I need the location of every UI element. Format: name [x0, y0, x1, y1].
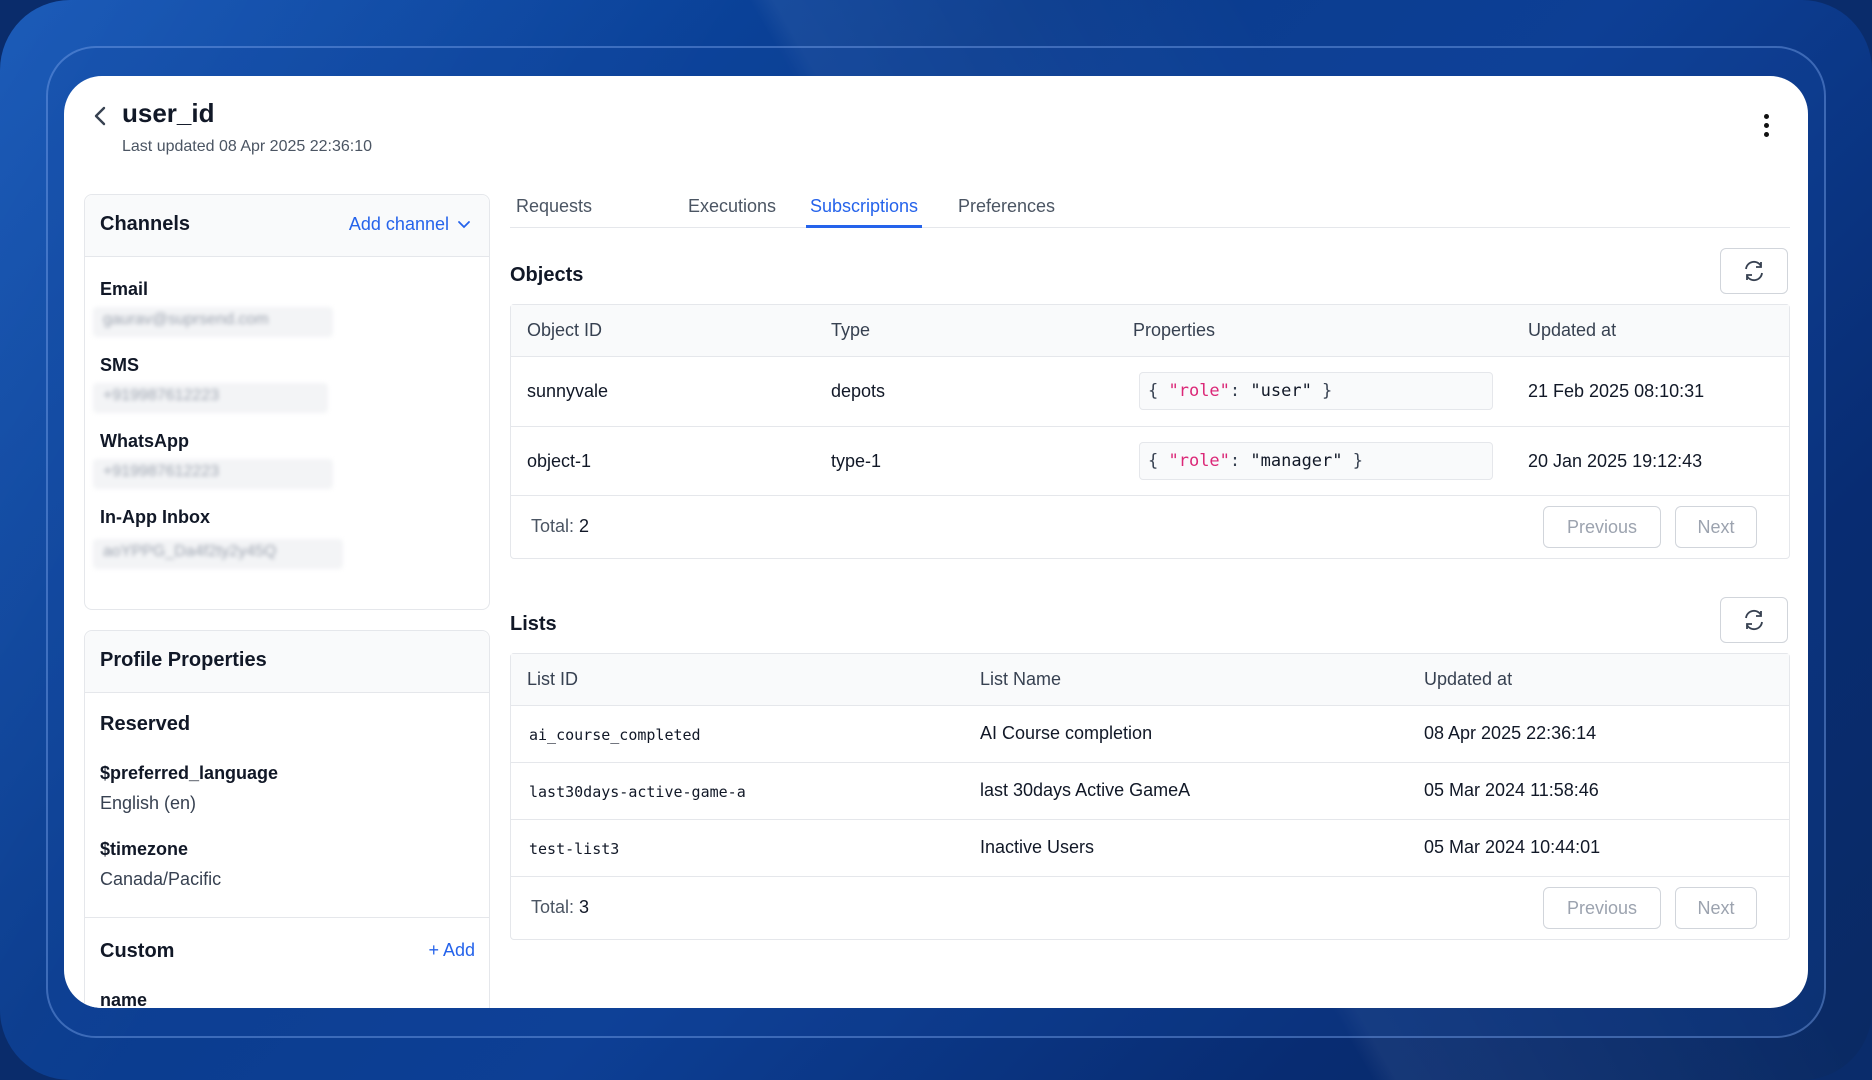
- updated-at-cell: 20 Jan 2025 19:12:43: [1528, 451, 1703, 471]
- lists-table-footer: Total: 3 Previous Next: [511, 877, 1789, 939]
- custom-prop-key-name: name: [100, 990, 148, 1008]
- lists-title: Lists: [510, 613, 557, 635]
- channel-label-whatsapp: WhatsApp: [100, 431, 189, 451]
- last-updated-text: Last updated 08 Apr 2025 22:36:10: [122, 138, 372, 155]
- object-id-cell: object-1: [527, 451, 592, 471]
- json-key: "role": [1168, 451, 1230, 471]
- reserved-title: Reserved: [100, 713, 191, 735]
- col-type: Type: [831, 320, 871, 340]
- table-row[interactable]: sunnyvale depots { "role": "user" } 21 F…: [511, 357, 1789, 427]
- table-row[interactable]: test-list3 Inactive Users 05 Mar 2024 10…: [511, 820, 1789, 877]
- objects-total: Total: 2: [531, 516, 590, 536]
- list-id-cell: ai_course_completed: [529, 726, 701, 744]
- table-row[interactable]: ai_course_completed AI Course completion…: [511, 706, 1789, 763]
- channels-title: Channels: [100, 213, 191, 235]
- objects-table: Object ID Type Properties Updated at sun…: [510, 304, 1790, 559]
- object-type-cell: type-1: [831, 451, 882, 471]
- tab-bar: Requests Executions Subscriptions Prefer…: [510, 186, 1790, 228]
- channels-header: Channels Add channel: [85, 195, 489, 257]
- objects-table-footer: Total: 2 Previous Next: [511, 496, 1789, 558]
- page-title: user_id: [122, 98, 215, 128]
- col-object-id: Object ID: [527, 320, 603, 340]
- more-vertical-icon[interactable]: [1762, 114, 1770, 140]
- chevron-down-icon: [458, 220, 470, 228]
- custom-title: Custom: [100, 940, 175, 962]
- objects-title: Objects: [510, 264, 584, 286]
- updated-at-cell: 21 Feb 2025 08:10:31: [1528, 381, 1705, 401]
- refresh-icon: [1745, 609, 1763, 631]
- list-name-cell: AI Course completion: [980, 723, 1153, 743]
- divider: [85, 917, 489, 918]
- channel-label-sms: SMS: [100, 355, 140, 375]
- tab-subscriptions[interactable]: Subscriptions: [806, 196, 923, 228]
- table-row[interactable]: object-1 type-1 { "role": "manager" } 20…: [511, 427, 1789, 496]
- list-name-cell: last 30days Active GameA: [980, 780, 1191, 800]
- lists-table: List ID List Name Updated at ai_course_c…: [510, 653, 1790, 940]
- properties-json: { "role": "user" }: [1139, 372, 1493, 410]
- list-id-cell: test-list3: [529, 840, 620, 858]
- prop-key-language: $preferred_language: [100, 763, 279, 783]
- objects-next-button[interactable]: Next: [1675, 506, 1757, 548]
- back-chevron-icon[interactable]: [90, 104, 110, 128]
- tab-preferences[interactable]: Preferences: [958, 196, 1055, 225]
- prop-key-timezone: $timezone: [100, 839, 189, 859]
- json-value: "manager": [1250, 451, 1343, 471]
- add-custom-label: Add: [442, 940, 475, 960]
- main-panel: user_id Last updated 08 Apr 2025 22:36:1…: [64, 76, 1808, 1008]
- lists-table-header: List ID List Name Updated at: [511, 654, 1789, 706]
- json-key: "role": [1168, 381, 1230, 401]
- tab-requests[interactable]: Requests: [516, 196, 592, 225]
- add-custom-property-button[interactable]: + Add: [428, 940, 475, 961]
- lists-next-button[interactable]: Next: [1675, 887, 1757, 929]
- object-id-cell: sunnyvale: [527, 381, 609, 401]
- prop-value-timezone: Canada/Pacific: [100, 869, 222, 889]
- objects-previous-button[interactable]: Previous: [1543, 506, 1661, 548]
- profile-properties-card: Profile Properties Reserved $preferred_l…: [84, 630, 490, 1008]
- add-channel-label: Add channel: [348, 214, 449, 234]
- lists-total: Total: 3: [531, 897, 590, 917]
- channels-card: Channels Add channel Email gaurav@suprse…: [84, 194, 490, 610]
- col-updated-at: Updated at: [1528, 320, 1617, 340]
- lists-previous-button[interactable]: Previous: [1543, 887, 1661, 929]
- plus-icon: +: [428, 940, 439, 960]
- col-updated-at: Updated at: [1424, 669, 1513, 689]
- tab-executions[interactable]: Executions: [688, 196, 776, 225]
- list-name-cell: Inactive Users: [980, 837, 1095, 857]
- objects-table-header: Object ID Type Properties Updated at: [511, 305, 1789, 357]
- channel-value-sms: +919987612223: [93, 383, 328, 413]
- col-list-id: List ID: [527, 669, 579, 689]
- updated-at-cell: 05 Mar 2024 10:44:01: [1424, 837, 1601, 857]
- updated-at-cell: 08 Apr 2025 22:36:14: [1424, 723, 1597, 743]
- object-type-cell: depots: [831, 381, 886, 401]
- page-header: user_id Last updated 08 Apr 2025 22:36:1…: [64, 76, 1808, 186]
- profile-title: Profile Properties: [100, 649, 267, 671]
- refresh-icon: [1745, 260, 1763, 282]
- col-list-name: List Name: [980, 669, 1062, 689]
- channel-value-whatsapp: +919987612223: [93, 459, 333, 489]
- properties-json: { "role": "manager" }: [1139, 442, 1493, 480]
- prop-value-language: English (en): [100, 793, 197, 813]
- channel-value-inbox: aoYPPG_Da4f2ty2y45Q: [93, 539, 343, 569]
- add-channel-button[interactable]: Add channel: [349, 214, 471, 235]
- lists-refresh-button[interactable]: [1720, 597, 1788, 643]
- updated-at-cell: 05 Mar 2024 11:58:46: [1424, 780, 1599, 800]
- col-properties: Properties: [1133, 320, 1216, 340]
- profile-header: Profile Properties: [85, 631, 489, 693]
- channel-label-email: Email: [100, 279, 149, 299]
- channel-label-inbox: In-App Inbox: [100, 507, 210, 527]
- json-value: "user": [1250, 381, 1312, 401]
- objects-refresh-button[interactable]: [1720, 248, 1788, 294]
- channel-value-email: gaurav@suprsend.com: [93, 307, 333, 337]
- list-id-cell: last30days-active-game-a: [529, 783, 746, 801]
- table-row[interactable]: last30days-active-game-a last 30days Act…: [511, 763, 1789, 820]
